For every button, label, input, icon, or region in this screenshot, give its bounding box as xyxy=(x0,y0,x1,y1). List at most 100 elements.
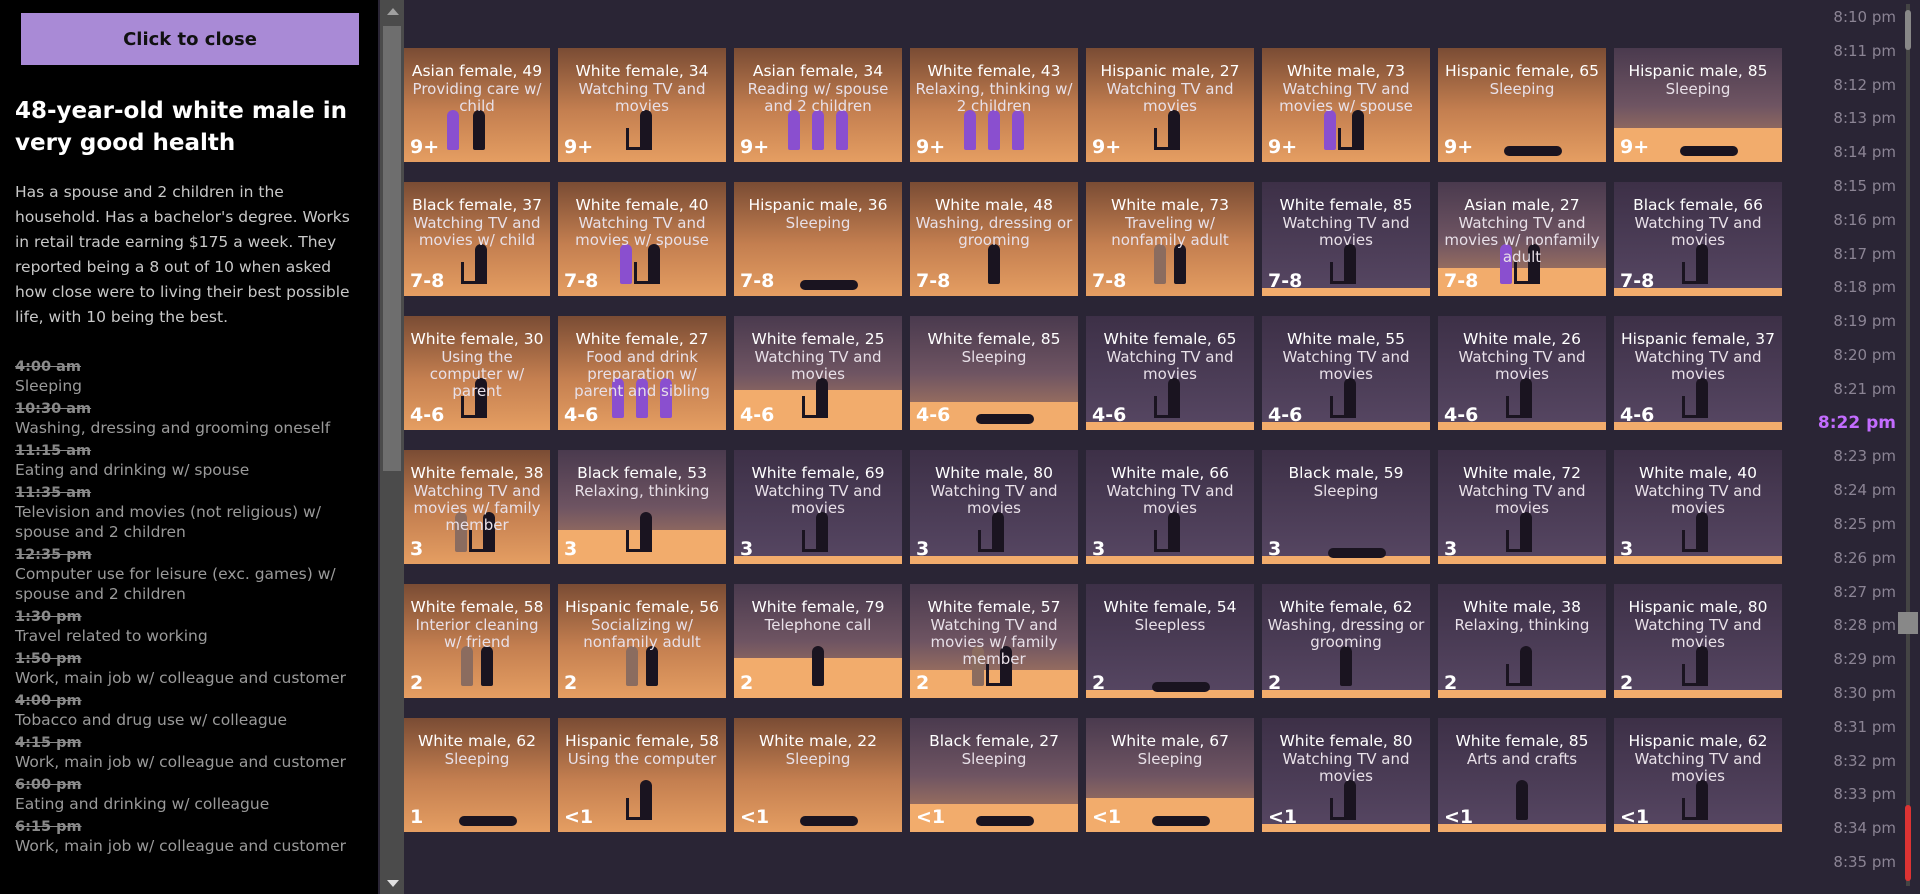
person-tile[interactable]: White female, 65 Watching TV and movies 4-… xyxy=(1086,316,1254,430)
tile-demographic: Hispanic male, 62 xyxy=(1628,732,1768,750)
person-tile[interactable]: White female, 54 Sleepless 2 xyxy=(1086,584,1254,698)
person-tile[interactable]: White male, 40 Watching TV and movies 3 xyxy=(1614,450,1782,564)
person-tile[interactable]: White female, 34 Watching TV and movies 9+ xyxy=(558,48,726,162)
tile-score: 2 xyxy=(916,672,930,694)
time-tick: 8:33 pm xyxy=(1833,785,1896,804)
person-figure xyxy=(475,244,487,284)
person-tile[interactable]: Hispanic female, 56 Socializing w/ nonfam… xyxy=(558,584,726,698)
tile-demographic: White male, 26 xyxy=(1462,330,1581,348)
scroll-up-icon[interactable] xyxy=(387,8,399,15)
person-tile[interactable]: White male, 73 Traveling w/ nonfamily adu… xyxy=(1086,182,1254,296)
person-tile[interactable]: Hispanic male, 27 Watching TV and movies 9… xyxy=(1086,48,1254,162)
person-tile[interactable]: White female, 25 Watching TV and movies 4-… xyxy=(734,316,902,430)
person-tile[interactable]: White female, 85 Arts and crafts <1 xyxy=(1438,718,1606,832)
person-tile[interactable]: White female, 85 Watching TV and movies 7-… xyxy=(1262,182,1430,296)
person-tile[interactable]: White female, 43 Relaxing, thinking w/ 2 … xyxy=(910,48,1078,162)
schedule-time: 4:00 pm xyxy=(15,693,82,709)
scroll-thumb-mid[interactable] xyxy=(1898,612,1918,634)
tile-activity: Watching TV and movies xyxy=(754,482,882,517)
person-tile[interactable]: White male, 48 Washing, dressing or groom… xyxy=(910,182,1078,296)
tile-score: 3 xyxy=(410,538,424,560)
person-tile[interactable]: White female, 80 Watching TV and movies <1 xyxy=(1262,718,1430,832)
person-tile[interactable]: White male, 62 Sleeping 1 xyxy=(404,718,550,832)
person-tile[interactable]: White male, 80 Watching TV and movies 3 xyxy=(910,450,1078,564)
person-tile[interactable]: Black female, 37 Watching TV and movies w… xyxy=(404,182,550,296)
person-tile[interactable]: Hispanic female, 37 Watching TV and movie… xyxy=(1614,316,1782,430)
person-tile[interactable]: White female, 58 Interior cleaning w/ fri… xyxy=(404,584,550,698)
tile-score: 7-8 xyxy=(564,270,599,292)
tile-demographic: Hispanic male, 80 xyxy=(1628,598,1768,616)
tile-ground xyxy=(1086,556,1254,564)
tile-ground xyxy=(1438,556,1606,564)
person-tile[interactable]: Asian female, 49 Providing care w/ child 9… xyxy=(404,48,550,162)
person-figure xyxy=(626,646,638,686)
person-figure xyxy=(461,646,473,686)
tile-activity: Sleeping xyxy=(785,214,851,232)
person-figure xyxy=(1154,244,1166,284)
person-tile[interactable]: Hispanic male, 62 Watching TV and movies <… xyxy=(1614,718,1782,832)
tile-demographic: White female, 27 xyxy=(575,330,709,348)
tile-activity: Relaxing, thinking w/ 2 children xyxy=(915,80,1073,115)
person-tile[interactable]: White male, 38 Relaxing, thinking 2 xyxy=(1438,584,1606,698)
person-tile[interactable]: White female, 38 Watching TV and movies w… xyxy=(404,450,550,564)
tile-score: 9+ xyxy=(740,136,770,158)
person-figure xyxy=(640,780,652,820)
person-tile[interactable]: White male, 26 Watching TV and movies 4-6 xyxy=(1438,316,1606,430)
person-tile[interactable]: Hispanic female, 65 Sleeping 9+ xyxy=(1438,48,1606,162)
person-figure xyxy=(816,512,828,552)
person-tile[interactable]: White male, 67 Sleeping <1 xyxy=(1086,718,1254,832)
tile-demographic: White female, 79 xyxy=(751,598,885,616)
person-tile[interactable]: Hispanic male, 80 Watching TV and movies 2 xyxy=(1614,584,1782,698)
tile-demographic: White female, 62 xyxy=(1279,598,1413,616)
person-tile[interactable]: White male, 22 Sleeping <1 xyxy=(734,718,902,832)
tile-demographic: White female, 30 xyxy=(410,330,544,348)
person-tile[interactable]: White female, 40 Watching TV and movies w… xyxy=(558,182,726,296)
schedule-item: 1:50 pm Work, main job w/ colleague and c… xyxy=(15,650,370,688)
tile-score: 3 xyxy=(916,538,930,560)
tile-demographic: White female, 85 xyxy=(927,330,1061,348)
schedule-activity: Travel related to working xyxy=(15,627,208,645)
page-scrollbar[interactable] xyxy=(1896,0,1920,894)
tile-demographic: White male, 66 xyxy=(1110,464,1229,482)
person-tile[interactable]: Hispanic male, 36 Sleeping 7-8 xyxy=(734,182,902,296)
schedule-item: 10:30 am Washing, dressing and grooming o… xyxy=(15,400,370,438)
person-tile[interactable]: White female, 62 Washing, dressing or gro… xyxy=(1262,584,1430,698)
scroll-down-icon[interactable] xyxy=(387,880,399,887)
tile-demographic: White female, 34 xyxy=(575,62,709,80)
tile-activity: Watching TV and movies xyxy=(1634,214,1762,249)
person-tile[interactable]: White female, 79 Telephone call 2 xyxy=(734,584,902,698)
tile-activity: Sleepless xyxy=(1134,616,1206,634)
person-tile[interactable]: Asian male, 27 Watching TV and movies w/ … xyxy=(1438,182,1606,296)
tile-score: 9+ xyxy=(1268,136,1298,158)
person-tile[interactable]: Black female, 66 Watching TV and movies 7-… xyxy=(1614,182,1782,296)
person-tile[interactable]: Black female, 27 Sleeping <1 xyxy=(910,718,1078,832)
person-tile[interactable]: Hispanic male, 85 Sleeping 9+ xyxy=(1614,48,1782,162)
person-tile[interactable]: White female, 30 Using the computer w/ pa… xyxy=(404,316,550,430)
close-button[interactable]: Click to close xyxy=(21,13,359,65)
time-tick: 8:20 pm xyxy=(1833,346,1896,364)
tile-activity: Food and drink preparation w/ parent and… xyxy=(574,348,710,400)
person-tile[interactable]: White male, 72 Watching TV and movies 3 xyxy=(1438,450,1606,564)
tile-activity: Providing care w/ child xyxy=(412,80,542,115)
person-tile[interactable]: White female, 27 Food and drink preparati… xyxy=(558,316,726,430)
panel-scrollbar[interactable] xyxy=(380,0,404,894)
person-tile[interactable]: White male, 66 Watching TV and movies 3 xyxy=(1086,450,1254,564)
tile-demographic: White female, 54 xyxy=(1103,598,1237,616)
person-tile[interactable]: White female, 57 Watching TV and movies w… xyxy=(910,584,1078,698)
person-tile[interactable]: White male, 55 Watching TV and movies 4-6 xyxy=(1262,316,1430,430)
person-tile[interactable]: Black male, 59 Sleeping 3 xyxy=(1262,450,1430,564)
person-tile[interactable]: White female, 69 Watching TV and movies 3 xyxy=(734,450,902,564)
person-tile[interactable]: Hispanic female, 58 Using the computer <1 xyxy=(558,718,726,832)
person-tile[interactable]: Black female, 53 Relaxing, thinking 3 xyxy=(558,450,726,564)
scroll-thumb-top[interactable] xyxy=(1905,10,1911,50)
person-figure xyxy=(1324,110,1336,150)
person-tile[interactable]: Asian female, 34 Reading w/ spouse and 2 … xyxy=(734,48,902,162)
tile-activity: Watching TV and movies xyxy=(1106,348,1234,383)
scrollbar-thumb[interactable] xyxy=(383,26,401,471)
person-tile[interactable]: White female, 85 Sleeping 4-6 xyxy=(910,316,1078,430)
person-figure xyxy=(473,110,485,150)
tile-score: 7-8 xyxy=(1620,270,1655,292)
person-figure xyxy=(1696,780,1708,820)
person-tile[interactable]: White male, 73 Watching TV and movies w/ … xyxy=(1262,48,1430,162)
tile-demographic: Black female, 37 xyxy=(412,196,542,214)
